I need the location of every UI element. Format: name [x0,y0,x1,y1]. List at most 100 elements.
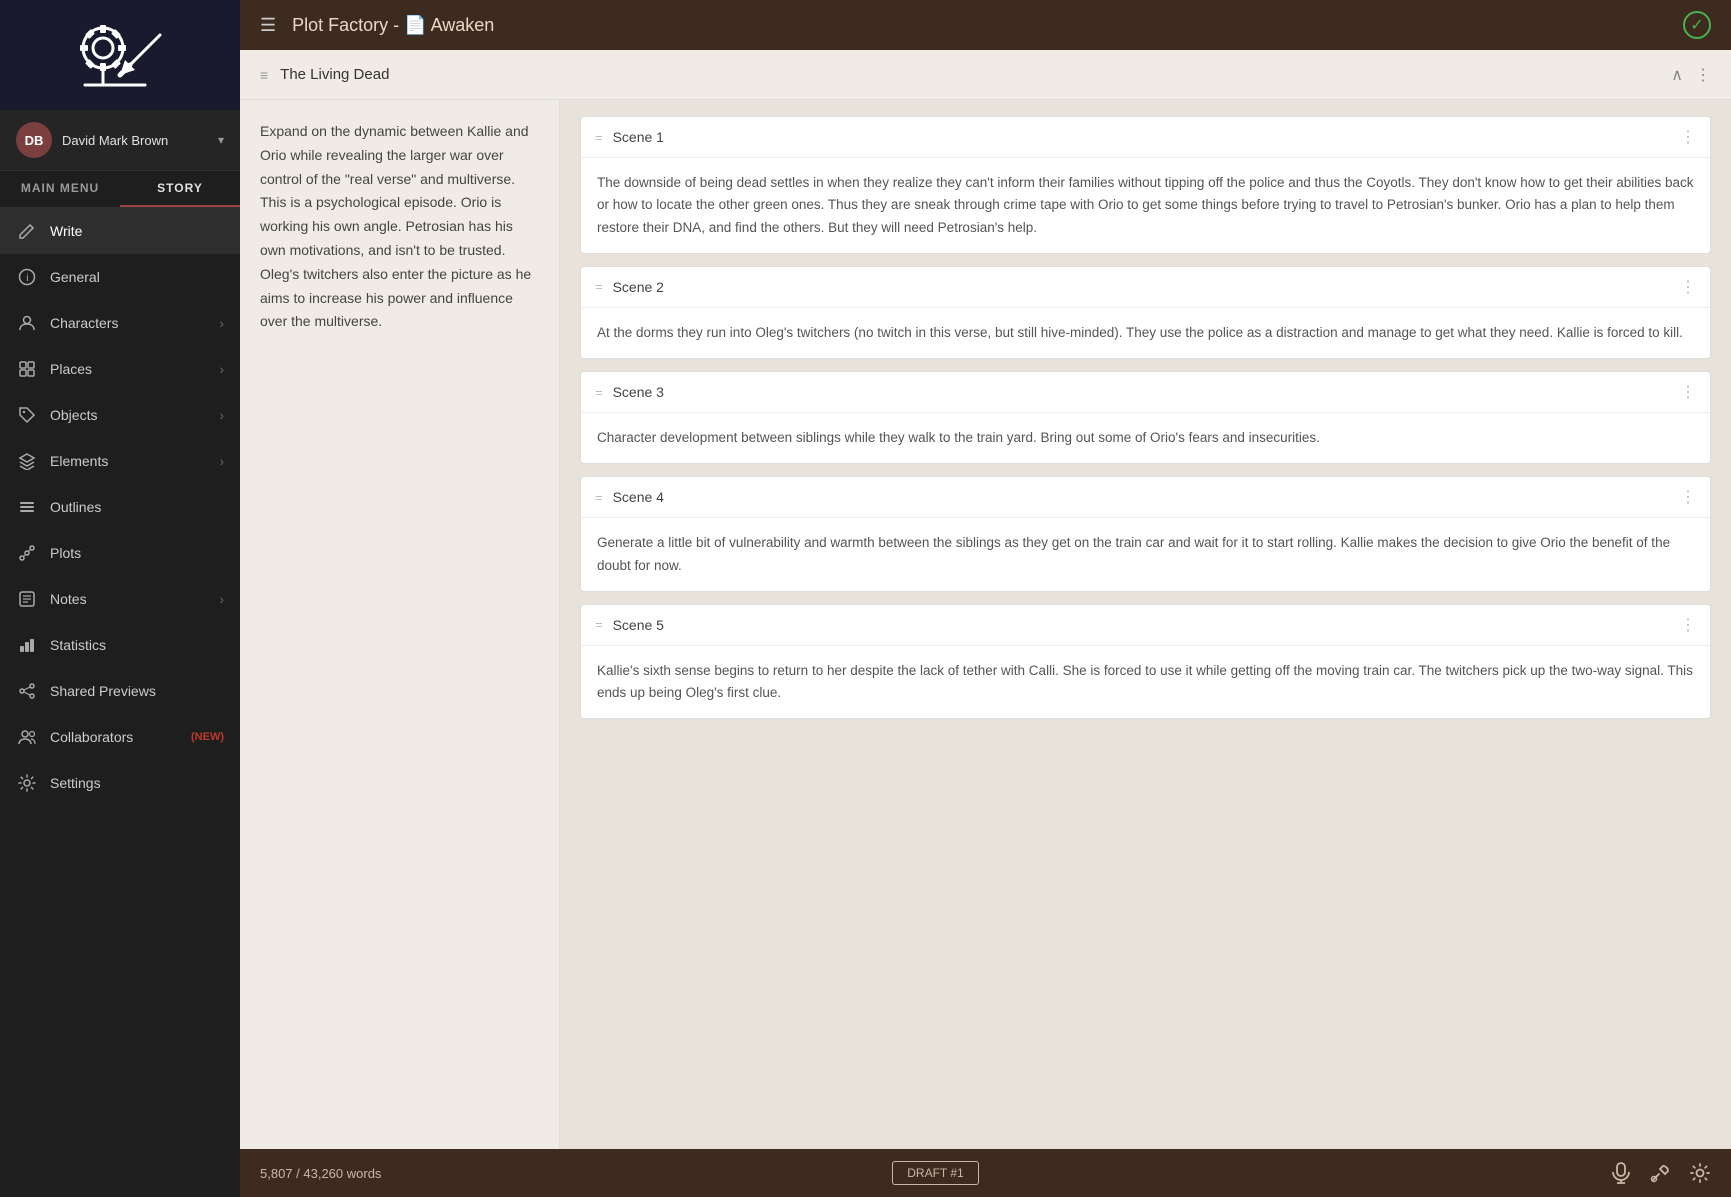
sidebar-item-label-settings: Settings [50,775,224,791]
scene-header: = Scene 1 ⋮ [581,117,1710,158]
sidebar-item-label-shared-previews: Shared Previews [50,683,224,699]
scene-card-scene-5: = Scene 5 ⋮ Kallie's sixth sense begins … [580,604,1711,720]
drag-handle-icon[interactable]: ≡ [260,67,268,83]
sidebar-item-statistics[interactable]: Statistics [0,622,240,668]
share-icon [16,680,38,702]
sidebar-item-notes[interactable]: Notes › [0,576,240,622]
sidebar-nav: Write i General Characters › [0,208,240,1197]
chapter-header: ≡ The Living Dead ∧ ⋮ [240,50,1731,100]
bar-chart-icon [16,634,38,656]
sidebar-item-collaborators[interactable]: Collaborators (NEW) [0,714,240,760]
arrow-icon: › [219,453,224,469]
scene-header: = Scene 2 ⋮ [581,267,1710,308]
sidebar-item-objects[interactable]: Objects › [0,392,240,438]
list-icon [16,496,38,518]
sidebar-item-label-general: General [50,269,224,285]
tools-icon[interactable] [1649,1162,1671,1184]
hamburger-icon[interactable]: ☰ [260,15,276,36]
drag-handle-icon[interactable]: = [595,279,603,294]
settings-cog-icon[interactable] [1689,1162,1711,1184]
scene-title: Scene 4 [613,489,1680,505]
scene-card-scene-4: = Scene 4 ⋮ Generate a little bit of vul… [580,476,1711,592]
user-name: David Mark Brown [62,133,218,148]
drag-handle-icon[interactable]: = [595,385,603,400]
scene-body: Kallie's sixth sense begins to return to… [581,646,1710,719]
scene-header: = Scene 3 ⋮ [581,372,1710,413]
tab-story[interactable]: STORY [120,171,240,207]
sidebar-item-settings[interactable]: Settings [0,760,240,806]
arrow-icon: › [219,407,224,423]
chapter-description-text: Expand on the dynamic between Kallie and… [260,120,539,334]
scene-menu-icon[interactable]: ⋮ [1680,127,1696,147]
word-count: 5,807 / 43,260 words [260,1166,892,1181]
person-icon [16,312,38,334]
sidebar-item-label-objects: Objects [50,407,219,423]
drag-handle-icon[interactable]: = [595,130,603,145]
bottom-icons [1611,1162,1711,1184]
logo-area [0,0,240,110]
sidebar-item-label-places: Places [50,361,219,377]
pencil-icon [16,220,38,242]
sidebar-item-places[interactable]: Places › [0,346,240,392]
sidebar-item-general[interactable]: i General [0,254,240,300]
drag-handle-icon[interactable]: = [595,617,603,632]
plot-icon [16,542,38,564]
scene-body: At the dorms they run into Oleg's twitch… [581,308,1710,358]
sidebar-item-label-plots: Plots [50,545,224,561]
gear-icon [16,772,38,794]
sidebar-item-label-write: Write [50,223,224,239]
scene-body: The downside of being dead settles in wh… [581,158,1710,253]
sidebar-item-label-outlines: Outlines [50,499,224,515]
grid-icon [16,358,38,380]
chapter-menu-icon[interactable]: ⋮ [1695,65,1711,85]
sidebar-item-label-elements: Elements [50,453,219,469]
scene-body: Generate a little bit of vulnerability a… [581,518,1710,591]
scene-menu-icon[interactable]: ⋮ [1680,615,1696,635]
scene-body: Character development between siblings w… [581,413,1710,463]
info-icon: i [16,266,38,288]
draft-badge[interactable]: DRAFT #1 [892,1161,978,1185]
scene-header: = Scene 5 ⋮ [581,605,1710,646]
notes-icon [16,588,38,610]
tag-icon [16,404,38,426]
microphone-icon[interactable] [1611,1162,1631,1184]
sidebar-item-elements[interactable]: Elements › [0,438,240,484]
topbar-title: Plot Factory - 📄 Awaken [292,15,1683,36]
user-menu[interactable]: DB David Mark Brown ▾ [0,110,240,171]
collapse-icon[interactable]: ∧ [1671,65,1683,85]
chapter-description-panel: Expand on the dynamic between Kallie and… [240,100,560,1149]
sidebar-item-plots[interactable]: Plots [0,530,240,576]
scene-title: Scene 5 [613,617,1680,633]
avatar: DB [16,122,52,158]
new-badge: (NEW) [191,731,224,743]
scene-card-scene-1: = Scene 1 ⋮ The downside of being dead s… [580,116,1711,254]
sidebar-item-label-notes: Notes [50,591,219,607]
sidebar-item-outlines[interactable]: Outlines [0,484,240,530]
content-area: Expand on the dynamic between Kallie and… [240,100,1731,1149]
scene-menu-icon[interactable]: ⋮ [1680,487,1696,507]
scene-title: Scene 1 [613,129,1680,145]
svg-text:i: i [26,273,28,284]
drag-handle-icon[interactable]: = [595,490,603,505]
sidebar-item-label-characters: Characters [50,315,219,331]
scene-menu-icon[interactable]: ⋮ [1680,277,1696,297]
sidebar-item-label-collaborators: Collaborators [50,729,187,745]
sidebar-item-write[interactable]: Write [0,208,240,254]
scene-header: = Scene 4 ⋮ [581,477,1710,518]
main-content: ☰ Plot Factory - 📄 Awaken ✓ ≡ The Living… [240,0,1731,1197]
app-logo [75,20,165,90]
scene-card-scene-2: = Scene 2 ⋮ At the dorms they run into O… [580,266,1711,359]
sidebar-item-shared-previews[interactable]: Shared Previews [0,668,240,714]
layers-icon [16,450,38,472]
scene-title: Scene 3 [613,384,1680,400]
scene-title: Scene 2 [613,279,1680,295]
scene-menu-icon[interactable]: ⋮ [1680,382,1696,402]
arrow-icon: › [219,315,224,331]
chapter-actions: ∧ ⋮ [1671,65,1711,85]
topbar: ☰ Plot Factory - 📄 Awaken ✓ [240,0,1731,50]
chapter-title: The Living Dead [280,66,1671,83]
tab-main-menu[interactable]: MAIN MENU [0,171,120,207]
sidebar-item-characters[interactable]: Characters › [0,300,240,346]
checkmark-icon: ✓ [1683,11,1711,39]
arrow-icon: › [219,361,224,377]
